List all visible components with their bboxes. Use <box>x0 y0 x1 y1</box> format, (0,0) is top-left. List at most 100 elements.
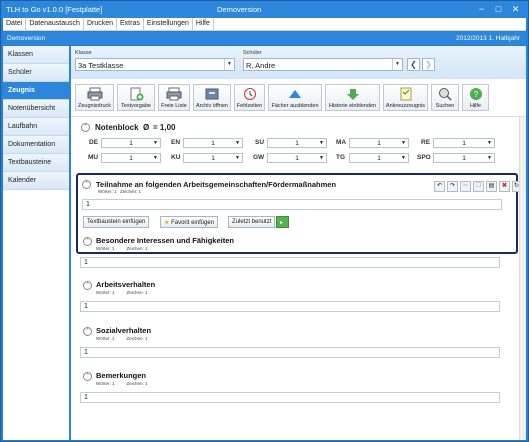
collapse-section-icon[interactable]: ⌃ <box>83 281 92 290</box>
grade-value: 1 <box>295 155 299 162</box>
minimize-button[interactable]: − <box>474 3 489 15</box>
grade-value: 1 <box>129 140 133 147</box>
selector-area: Klasse 3a Testklasse ▼ Schüler R, Andre … <box>71 46 526 79</box>
printer-icon <box>166 87 182 101</box>
favorit-einfuegen-button[interactable]: ★ Favorit einfügen <box>160 216 219 228</box>
redo-icon[interactable]: ↷ <box>447 181 458 192</box>
menu-extras[interactable]: Extras <box>117 18 144 30</box>
ankreuzzeugnis-button[interactable]: Ankreuzzeugnis <box>383 84 428 111</box>
chevron-down-icon: ▼ <box>487 140 492 146</box>
prev-student-button[interactable]: ❮ <box>407 58 420 71</box>
freie-liste-button[interactable]: Freie Liste <box>158 84 190 111</box>
chevron-down-icon: ▼ <box>153 140 158 146</box>
undo-icon[interactable]: ↶ <box>434 181 445 192</box>
archiv-oeffnen-button[interactable]: Archiv öffnen <box>193 84 231 111</box>
zuletzt-label: Zuletzt benutzt <box>232 219 272 225</box>
collapse-section-icon[interactable]: ⌃ <box>83 237 92 246</box>
chevron-down-icon[interactable]: ▼ <box>392 59 402 70</box>
menu-datei[interactable]: Datei <box>3 18 27 30</box>
collapse-section-icon[interactable]: ⌃ <box>83 372 92 381</box>
sidebar-item-dokumentation[interactable]: Dokumentation <box>3 136 69 154</box>
close-button[interactable]: ✕ <box>508 3 523 15</box>
section-title: Arbeitsverhalten <box>96 280 156 289</box>
section-text-input[interactable]: 1 <box>80 347 500 358</box>
section-word-count: Wörter: 1 <box>96 246 115 251</box>
info-strip: Demoversion 2012/2013 1. Halbjahr <box>3 32 526 45</box>
section-title: Bemerkungen <box>96 371 147 380</box>
collapse-notenblock-icon[interactable]: ⌃ <box>81 123 90 132</box>
grade-select-su[interactable]: 1 ▼ <box>267 138 327 148</box>
section-text-input[interactable]: 1 <box>80 301 500 312</box>
arrow-right-icon: ❯ <box>425 60 432 69</box>
section-char-count: Zeichen: 1 <box>126 290 148 295</box>
section-text-input[interactable]: 1 <box>82 199 502 210</box>
collapse-section-icon[interactable]: ⌃ <box>83 327 92 336</box>
grade-select-ma[interactable]: 1 ▼ <box>349 138 409 148</box>
archive-icon <box>205 88 219 100</box>
textbaustein-einfuegen-button[interactable]: Textbaustein einfügen <box>83 216 150 228</box>
notenblock-average: = 1,00 <box>153 123 176 132</box>
suchen-button[interactable]: Suchen <box>431 84 459 111</box>
delete-icon[interactable]: ✖ <box>499 181 510 192</box>
section-meta: Wörter: 1 Zeichen: 1 <box>96 290 160 295</box>
chevron-down-icon[interactable]: ▼ <box>224 59 234 70</box>
sidebar-item-zeugnis[interactable]: Zeugnis <box>3 82 69 100</box>
menu-drucken[interactable]: Drucken <box>84 18 118 30</box>
suchen-label: Suchen <box>435 103 455 109</box>
fehlzeiten-label: Fehlzeiten <box>236 103 263 109</box>
chevron-down-icon: ▼ <box>153 155 158 161</box>
sidebar-item-klassen[interactable]: Klassen <box>3 46 69 64</box>
notenblock-title: Notenblock <box>95 123 139 132</box>
sidebar-item-laufbahn[interactable]: Laufbahn <box>3 118 69 136</box>
cut-icon[interactable]: ✂ <box>460 181 471 192</box>
zuletzt-benutzt-button[interactable]: Zuletzt benutzt <box>228 216 276 228</box>
maximize-button[interactable]: □ <box>491 3 506 15</box>
menu-einstellungen[interactable]: Einstellungen <box>144 18 193 30</box>
section-meta: Wörter: 1 Zeichen: 1 <box>96 336 160 341</box>
grade-select-en[interactable]: 1 ▼ <box>183 138 243 148</box>
favorit-label: Favorit einfügen <box>171 220 215 226</box>
grade-select-de[interactable]: 1 ▼ <box>101 138 161 148</box>
menu-hilfe[interactable]: Hilfe <box>193 18 214 30</box>
sidebar: Klassen Schüler Zeugnis Notenübersicht L… <box>3 46 69 440</box>
grade-select-mu[interactable]: 1 ▼ <box>101 153 161 163</box>
section-title: Besondere Interessen und Fähigkeiten <box>96 236 234 245</box>
grade-value: 1 <box>295 140 299 147</box>
vertical-scrollbar[interactable] <box>519 117 526 440</box>
copy-icon[interactable]: ❐ <box>473 181 484 192</box>
next-student-button[interactable]: ❯ <box>422 58 435 71</box>
textvorgabe-button[interactable]: Textvorgabe <box>117 84 155 111</box>
grade-select-tg[interactable]: 1 ▼ <box>349 153 409 163</box>
section-text-input[interactable]: 1 <box>80 392 500 403</box>
grade-subject-en: EN <box>171 139 181 146</box>
triangle-up-icon <box>289 90 301 98</box>
menu-datenaustausch[interactable]: Datenaustausch <box>26 18 84 30</box>
hilfe-button[interactable]: ? Hilfe <box>462 84 489 111</box>
fehlzeiten-button[interactable]: Fehlzeiten <box>234 84 265 111</box>
grade-subject-spo: SPO <box>417 154 431 161</box>
historie-einblenden-button[interactable]: Historie einblenden <box>325 84 380 111</box>
faecher-ausblenden-button[interactable]: Fächer ausblenden <box>268 84 322 111</box>
grade-select-spo[interactable]: 1 ▼ <box>433 153 495 163</box>
klasse-select[interactable]: 3a Testklasse ▼ <box>75 58 235 71</box>
collapse-section-icon[interactable]: ⌃ <box>82 180 91 189</box>
klasse-label: Klasse <box>75 50 92 56</box>
ankreuzzeugnis-label: Ankreuzzeugnis <box>385 103 426 109</box>
grade-subject-gw: GW <box>253 154 265 161</box>
grade-select-gw[interactable]: 1 ▼ <box>267 153 327 163</box>
sidebar-item-kalender[interactable]: Kalender <box>3 172 69 190</box>
sidebar-item-schueler[interactable]: Schüler <box>3 64 69 82</box>
sidebar-item-notenuebersicht[interactable]: Notenübersicht <box>3 100 69 118</box>
grade-value: 1 <box>462 155 466 162</box>
sidebar-item-textbausteine[interactable]: Textbausteine <box>3 154 69 172</box>
grade-select-re[interactable]: 1 ▼ <box>433 138 495 148</box>
grade-select-ku[interactable]: 1 ▼ <box>183 153 243 163</box>
schueler-select[interactable]: R, Andre ▼ <box>243 58 403 71</box>
apply-button[interactable]: ▸ <box>276 216 289 228</box>
section-text-input[interactable]: 1 <box>80 257 500 268</box>
zeugnisdruck-button[interactable]: Zeugnisdruck <box>75 84 114 111</box>
paste-icon[interactable]: ▤ <box>486 181 497 192</box>
schueler-value: R, Andre <box>246 61 276 70</box>
arrow-down-icon <box>346 89 359 100</box>
printer-icon <box>87 87 102 101</box>
